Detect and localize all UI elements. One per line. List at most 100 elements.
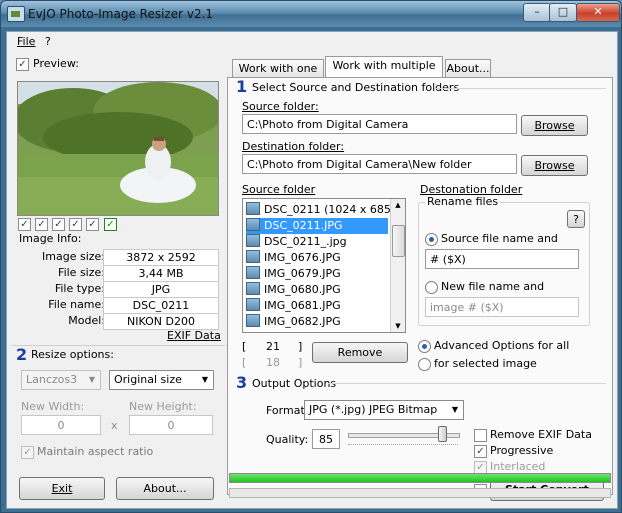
advanced-all-label: Advanced Options for all [434, 339, 570, 352]
tab-about[interactable]: About... [445, 59, 491, 78]
new-width-input[interactable]: 0 [21, 415, 101, 435]
list-item[interactable]: DSC_0211.JPG [246, 218, 388, 234]
preview-checkbox[interactable]: ✓ [16, 58, 29, 71]
list-item[interactable]: IMG_0682.JPG [246, 314, 341, 330]
thumb-check-icon[interactable]: ✓ [69, 218, 82, 231]
preview-image [17, 81, 219, 216]
list-item[interactable]: DSC_0211 (1024 x 685).jpg [246, 202, 405, 218]
times-symbol: x [111, 419, 118, 432]
help-button[interactable]: ? [567, 210, 585, 228]
browse-source-button[interactable]: Browse [521, 115, 588, 136]
thumb-check-icon[interactable]: ✓ [35, 218, 48, 231]
progressive-checkbox[interactable]: ✓ [474, 445, 487, 458]
thumb-check-icon[interactable]: ✓ [86, 218, 99, 231]
tab-multiple-files[interactable]: Work with multiple files [325, 56, 443, 90]
exit-button[interactable]: Exit [19, 477, 105, 500]
source-pattern-input[interactable]: # ($X) [425, 249, 579, 269]
menu-file[interactable]: File [17, 35, 35, 48]
maintain-aspect-checkbox[interactable]: ✓ [21, 446, 34, 459]
browse-label: Browse [534, 159, 575, 172]
chevron-down-icon: ▼ [451, 405, 459, 414]
info-value: DSC_0211 [103, 297, 219, 314]
scrollbar-thumb[interactable] [392, 225, 405, 257]
image-file-icon [246, 282, 260, 295]
window-title: EvJO Photo-Image Resizer v2.1 [28, 7, 214, 21]
quality-slider-thumb[interactable] [437, 426, 447, 442]
maximize-button[interactable]: □ [549, 3, 577, 22]
bracket: ] [298, 356, 303, 369]
info-label: File name: [48, 298, 105, 311]
bracket: [ [242, 340, 247, 353]
progressive-label: Progressive [490, 444, 554, 457]
separator [328, 383, 606, 384]
bracket: ] [298, 340, 303, 353]
list-item[interactable]: IMG_0679.JPG [246, 266, 341, 282]
source-file-list[interactable]: DSC_0211 (1024 x 685).jpg DSC_0211.JPG D… [242, 198, 406, 333]
maintain-aspect-label: Maintain aspect ratio [37, 445, 154, 458]
menu-help[interactable]: ? [45, 35, 51, 48]
chevron-down-icon: ▼ [88, 375, 96, 384]
tab-content: 1 Select Source and Destination folders … [227, 77, 613, 501]
list-item[interactable]: DSC_0211_.jpg [246, 234, 347, 250]
remove-button[interactable]: Remove [312, 342, 408, 363]
info-value: 3,44 MB [103, 265, 219, 282]
thumb-check-icon[interactable]: ✓ [52, 218, 65, 231]
format-select[interactable]: JPG (*.jpg) JPEG Bitmap ▼ [304, 400, 464, 420]
section-number: 1 [236, 77, 248, 96]
resize-options-title: Resize options: [31, 348, 114, 361]
info-value: JPG [103, 281, 219, 298]
rename-files-group: Rename files ? Source file name and # ($… [418, 195, 590, 326]
source-list-header: Source folder [242, 183, 316, 196]
exif-data-link[interactable]: EXIF Data [167, 329, 221, 342]
section-number: 3 [236, 373, 248, 392]
info-label: Model: [68, 314, 105, 327]
list-item[interactable]: IMG_0676.JPG [246, 250, 341, 266]
resize-options-panel: 2 Resize options: Lanczos3 ▼ Original siz… [11, 345, 225, 464]
title-bar[interactable]: EvJO Photo-Image Resizer v2.1 – □ ✕ [1, 1, 621, 27]
info-label: Image size: [42, 250, 105, 263]
minimize-button[interactable]: – [523, 3, 551, 22]
scroll-down-icon[interactable]: ▼ [391, 320, 405, 332]
image-info-title: Image Info: [19, 232, 82, 245]
list-scrollbar[interactable]: ▲ ▼ [390, 199, 405, 332]
quality-input[interactable]: 85 [312, 429, 340, 449]
app-window: EvJO Photo-Image Resizer v2.1 – □ ✕ File… [0, 0, 622, 513]
resize-method-select[interactable]: Lanczos3 ▼ [21, 370, 101, 390]
format-label: Format: [266, 404, 309, 417]
close-button[interactable]: ✕ [576, 3, 620, 22]
thumb-check-icon[interactable]: ✓ [18, 218, 31, 231]
progress-fill [230, 474, 610, 482]
advanced-all-radio[interactable] [418, 340, 431, 353]
tab-one-file[interactable]: Work with one file [232, 59, 324, 93]
new-name-pattern-input[interactable]: image # ($X) [425, 297, 579, 317]
about-button[interactable]: About... [116, 477, 214, 500]
source-folder-input[interactable]: C:\Photo from Digital Camera [242, 114, 517, 134]
interlaced-label: Interlaced [490, 460, 546, 473]
browse-destination-button[interactable]: Browse [521, 155, 588, 176]
slider-ticks [348, 444, 458, 448]
image-file-icon [246, 234, 260, 247]
thumb-check-active-icon[interactable]: ✓ [104, 218, 117, 231]
advanced-selected-radio[interactable] [418, 358, 431, 371]
scroll-up-icon[interactable]: ▲ [391, 199, 405, 211]
image-file-icon [246, 202, 260, 215]
advanced-selected-label: for selected image [434, 357, 537, 370]
size-option-select[interactable]: Original size ▼ [109, 370, 214, 390]
remove-exif-checkbox[interactable] [474, 429, 487, 442]
source-name-radio[interactable] [425, 233, 438, 246]
browse-label: Browse [534, 119, 575, 132]
new-name-radio[interactable] [425, 281, 438, 294]
exit-button-label: Exit [51, 482, 73, 495]
chevron-down-icon: ▼ [201, 375, 209, 384]
source-name-label: Source file name and [441, 232, 558, 245]
output-options-title: Output Options [252, 377, 337, 390]
new-height-input[interactable]: 0 [129, 415, 213, 435]
app-icon [7, 6, 25, 22]
source-folder-label: Source folder: [242, 100, 319, 113]
resize-method-value: Lanczos3 [26, 373, 78, 386]
destination-folder-input[interactable]: C:\Photo from Digital Camera\New folder [242, 154, 517, 174]
list-item[interactable]: IMG_0681.JPG [246, 298, 341, 314]
new-name-label: New file name and [441, 280, 545, 293]
quality-label: Quality: [266, 433, 309, 446]
list-item[interactable]: IMG_0680.JPG [246, 282, 341, 298]
